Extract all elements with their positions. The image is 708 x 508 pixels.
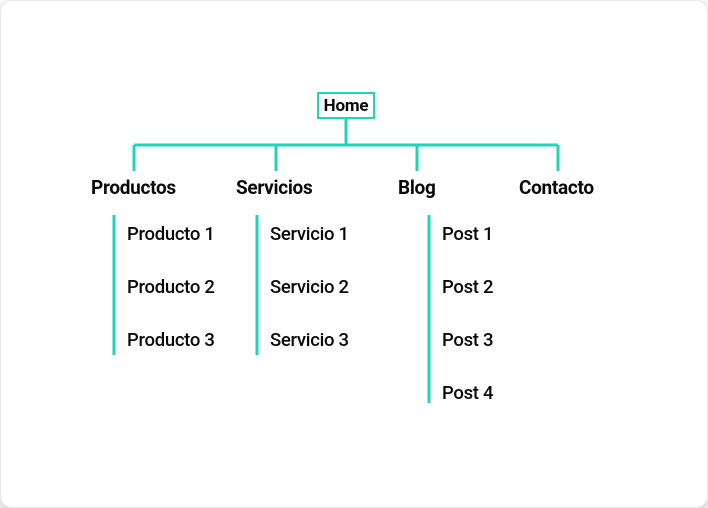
connector-lines	[1, 1, 708, 508]
category-label: Productos	[91, 176, 176, 199]
category-contacto: Contacto	[519, 176, 594, 199]
items-blog: Post 1 Post 2 Post 3 Post 4	[442, 220, 493, 432]
sitemap-item: Producto 2	[127, 273, 215, 326]
root-node: Home	[317, 92, 375, 119]
sitemap-item: Servicio 2	[270, 273, 349, 326]
category-label: Blog	[398, 176, 436, 199]
sitemap-item: Servicio 3	[270, 326, 349, 379]
sitemap-item: Servicio 1	[270, 220, 349, 273]
category-productos: Productos	[91, 176, 176, 199]
sitemap-item: Post 2	[442, 273, 493, 326]
sitemap-item: Producto 3	[127, 326, 215, 379]
sitemap-item: Post 4	[442, 379, 493, 432]
sitemap-item: Post 1	[442, 220, 493, 273]
category-servicios: Servicios	[236, 176, 312, 199]
root-label: Home	[324, 96, 369, 116]
sitemap-card: Home Productos Servicios Blog Contacto P…	[0, 0, 708, 508]
sitemap-item: Post 3	[442, 326, 493, 379]
items-productos: Producto 1 Producto 2 Producto 3	[127, 220, 215, 379]
category-label: Contacto	[519, 176, 594, 199]
category-label: Servicios	[236, 176, 312, 199]
sitemap-item: Producto 1	[127, 220, 215, 273]
category-blog: Blog	[398, 176, 436, 199]
items-servicios: Servicio 1 Servicio 2 Servicio 3	[270, 220, 349, 379]
